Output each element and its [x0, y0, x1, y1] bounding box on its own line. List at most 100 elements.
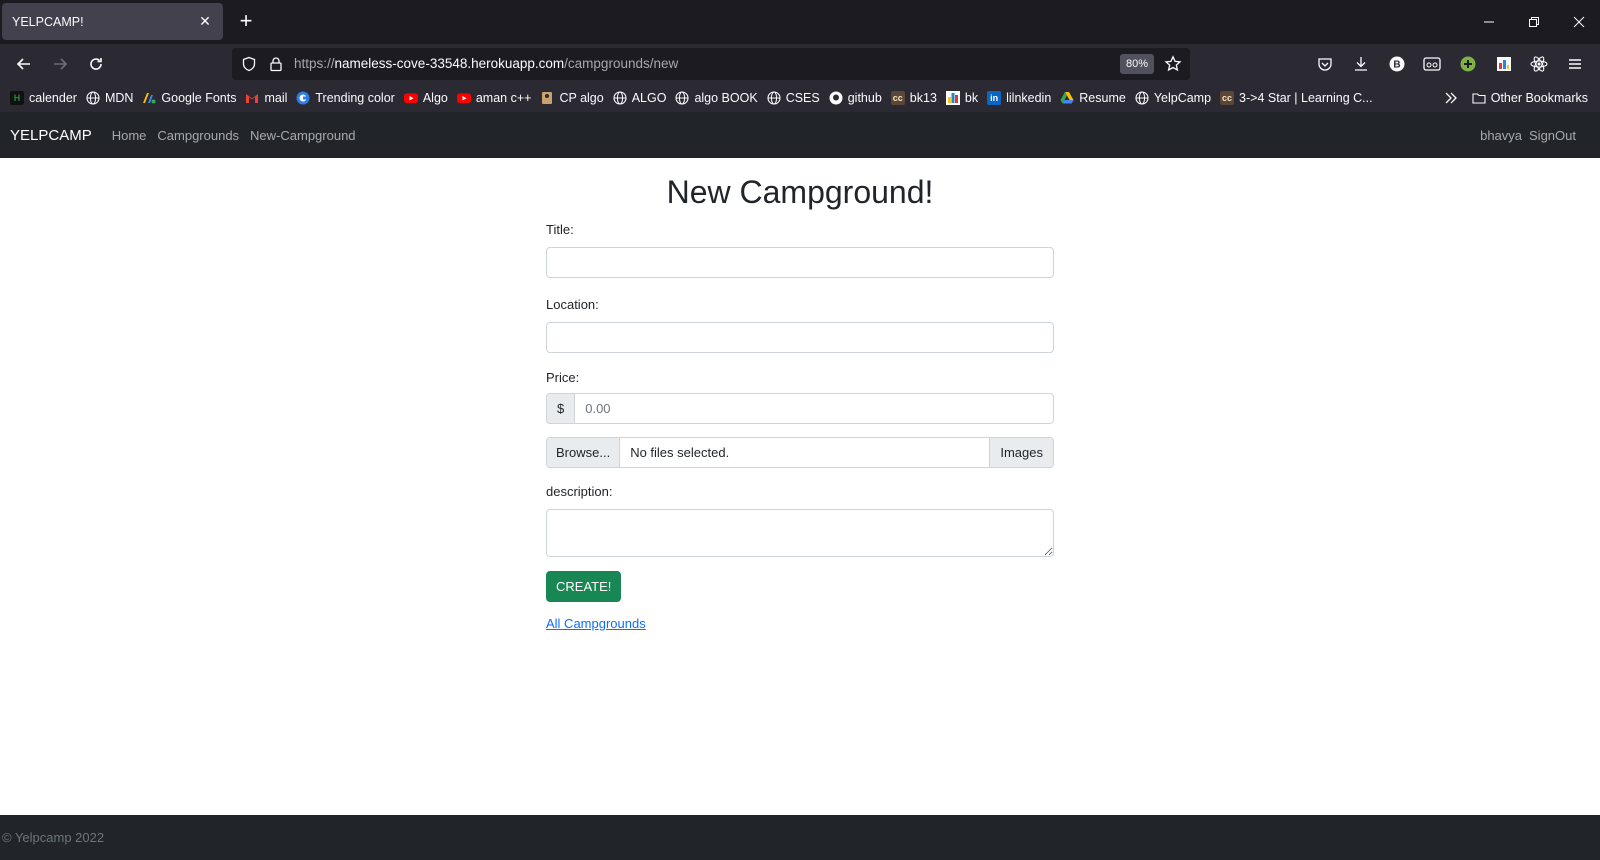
bookmark-item[interactable]: cc bk13	[890, 91, 937, 105]
url-bar[interactable]: https://nameless-cove-33548.herokuapp.co…	[232, 48, 1190, 80]
reader-extension-icon[interactable]	[1421, 53, 1443, 75]
globe-icon	[767, 91, 781, 105]
globe-icon	[675, 91, 690, 105]
bookmark-item[interactable]: YelpCamp	[1135, 91, 1211, 105]
price-label: Price:	[546, 370, 580, 385]
nav-link-home[interactable]: Home	[112, 128, 147, 143]
google-drive-icon	[1060, 91, 1074, 105]
file-status: No files selected.	[630, 445, 730, 460]
location-input[interactable]	[546, 322, 1054, 353]
bookmark-label: CSES	[785, 91, 820, 105]
site-navbar: YELPCAMP Home Campgrounds New-Campground…	[0, 112, 1600, 158]
bookmark-star-icon[interactable]	[1164, 55, 1182, 78]
bookmark-item[interactable]: algo BOOK	[675, 91, 758, 105]
pocket-icon[interactable]	[1314, 53, 1336, 75]
green-plus-extension-icon[interactable]	[1457, 53, 1479, 75]
title-input[interactable]	[546, 247, 1054, 278]
user-nav: bhavya SignOut	[1473, 112, 1576, 158]
bookmark-item[interactable]: Trending color	[296, 91, 395, 105]
chart-extension-icon[interactable]	[1493, 53, 1515, 75]
folder-icon	[1472, 91, 1486, 105]
circle-c-icon	[296, 91, 310, 105]
youtube-icon	[456, 91, 471, 105]
nav-link-new-campground[interactable]: New-Campground	[250, 128, 356, 143]
globe-icon	[1135, 91, 1149, 105]
bookmark-item[interactable]: github	[829, 91, 882, 105]
new-tab-icon[interactable]: +	[234, 10, 258, 34]
bookmark-item[interactable]: mail	[245, 91, 287, 105]
footer-copyright: © Yelpcamp 2022	[2, 830, 105, 845]
create-button[interactable]: CREATE!	[546, 571, 622, 602]
bookmark-label: Algo	[422, 91, 448, 105]
all-campgrounds-link[interactable]: All Campgrounds	[546, 616, 646, 631]
codechef-icon: cc	[1220, 91, 1235, 105]
description-label: description:	[546, 484, 613, 499]
lock-icon[interactable]	[268, 56, 284, 77]
title-label: Title:	[546, 222, 574, 237]
google-fonts-icon	[142, 91, 156, 105]
bookmark-item[interactable]: MDN	[86, 91, 133, 105]
bookmark-item[interactable]: cc 3->4 Star | Learning C...	[1220, 91, 1373, 105]
bookmark-item[interactable]: ALGO	[613, 91, 667, 105]
shield-icon[interactable]	[241, 56, 257, 77]
nav-link-campgrounds[interactable]: Campgrounds	[157, 128, 239, 143]
location-label: Location:	[546, 297, 599, 312]
bookmark-label: aman c++	[475, 91, 532, 105]
bookmark-label: lilnkedin	[1006, 91, 1052, 105]
download-icon[interactable]	[1350, 53, 1372, 75]
description-textarea[interactable]	[546, 509, 1054, 557]
reload-icon[interactable]	[84, 52, 108, 76]
bookmark-label: CP algo	[559, 91, 604, 105]
bookmark-label: mail	[264, 91, 288, 105]
other-bookmarks[interactable]: Other Bookmarks	[1472, 91, 1588, 105]
browser-toolbar: https://nameless-cove-33548.herokuapp.co…	[0, 44, 1600, 84]
dollar-prefix: $	[546, 393, 576, 424]
price-input-group: $	[546, 393, 1054, 424]
globe-icon	[86, 91, 100, 105]
bookmarks-bar: Hcalender MDN Google Fonts mail Trending col…	[0, 84, 1600, 112]
zoom-level[interactable]: 80%	[1120, 54, 1154, 74]
browser-tab-bar: YELPCAMP! ✕ +	[0, 0, 1600, 44]
browser-tab[interactable]: YELPCAMP! ✕	[2, 3, 223, 40]
images-label: Images	[989, 438, 1053, 467]
url-text[interactable]: https://nameless-cove-33548.herokuapp.co…	[294, 56, 678, 71]
site-brand[interactable]: YELPCAMP	[10, 127, 92, 144]
bookmark-item[interactable]: CP algo	[540, 91, 604, 105]
bookmark-item[interactable]: Google Fonts	[142, 91, 236, 105]
forward-icon[interactable]	[48, 52, 72, 76]
extension-b-icon[interactable]: B	[1386, 53, 1408, 75]
github-icon	[829, 91, 843, 105]
image-file-input[interactable]: Browse... No files selected. Images	[546, 437, 1054, 468]
close-tab-icon[interactable]: ✕	[197, 13, 213, 30]
price-input[interactable]	[575, 393, 1054, 424]
close-window-icon[interactable]	[1566, 10, 1592, 34]
bookmark-item[interactable]: Hcalender	[10, 91, 77, 105]
globe-icon	[613, 91, 627, 105]
minimize-icon[interactable]	[1476, 10, 1502, 34]
chevron-double-right-icon[interactable]	[1444, 91, 1458, 105]
tab-title: YELPCAMP!	[12, 14, 84, 29]
signout-link[interactable]: SignOut	[1529, 128, 1576, 143]
bookmark-item[interactable]: aman c++	[456, 91, 532, 105]
hamburger-menu-icon[interactable]	[1564, 53, 1586, 75]
restore-icon[interactable]	[1521, 10, 1547, 34]
codeforces-icon	[945, 91, 960, 105]
bookmark-label: ALGO	[631, 91, 667, 105]
react-devtools-icon[interactable]	[1528, 53, 1550, 75]
browse-button[interactable]: Browse...	[547, 438, 621, 467]
bookmark-item[interactable]: Resume	[1060, 91, 1126, 105]
bookmark-label: Trending color	[315, 91, 395, 105]
bookmark-label: bk	[964, 91, 979, 105]
bookmark-label: algo BOOK	[694, 91, 758, 105]
bookmark-label: bk13	[909, 91, 937, 105]
bookmark-item[interactable]: in lilnkedin	[987, 91, 1051, 105]
back-icon[interactable]	[12, 52, 36, 76]
bookmark-item[interactable]: Algo	[403, 91, 448, 105]
username[interactable]: bhavya	[1480, 128, 1522, 143]
codechef-icon: cc	[890, 91, 905, 105]
bookmark-item[interactable]: CSES	[767, 91, 820, 105]
cp-algo-icon	[540, 91, 554, 105]
bookmark-item[interactable]: bk	[945, 91, 979, 105]
bookmark-label: YelpCamp	[1153, 91, 1212, 105]
gmail-icon	[245, 91, 259, 105]
